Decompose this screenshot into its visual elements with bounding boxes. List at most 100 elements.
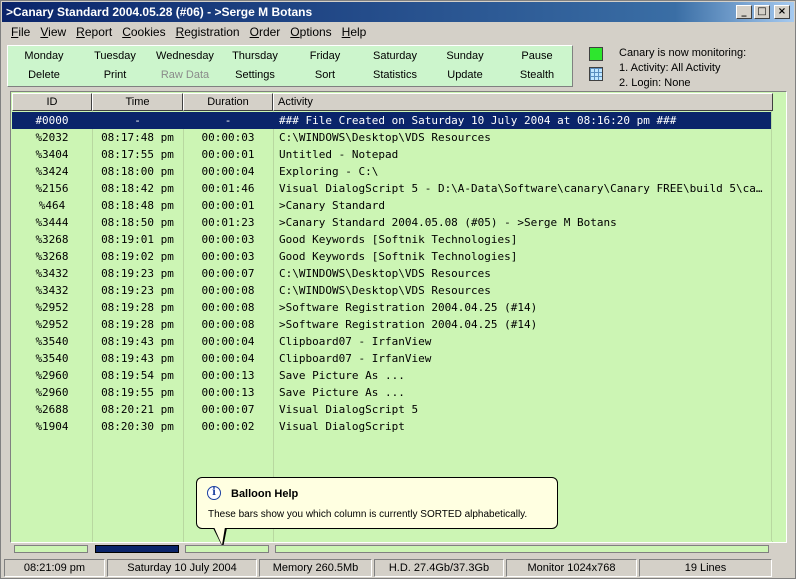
cell-time: 08:19:23 pm <box>101 267 174 280</box>
menu-registration[interactable]: Registration <box>171 23 245 41</box>
cell-activity: C:\WINDOWS\Desktop\VDS Resources <box>279 131 491 144</box>
vertical-scrollbar[interactable] <box>771 111 785 541</box>
minimize-button[interactable]: _ <box>736 5 752 19</box>
cell-id: %2032 <box>35 131 69 144</box>
column-header-time[interactable]: Time <box>92 93 183 111</box>
friday-button[interactable]: Friday <box>290 50 360 62</box>
table-row[interactable]: %2960 08:19:54 pm 00:00:13 Save Picture As … <box>12 367 772 384</box>
tuesday-button[interactable]: Tuesday <box>80 50 150 62</box>
window-controls: _ □ × <box>736 5 790 19</box>
update-button[interactable]: Update <box>430 69 500 81</box>
table-row[interactable]: %2688 08:20:21 pm 00:00:07 Visual DialogScr… <box>12 401 772 418</box>
table-row[interactable]: %464 08:18:48 pm 00:00:01 >Canary Standard <box>12 197 772 214</box>
wednesday-button[interactable]: Wednesday <box>150 50 220 62</box>
sort-button[interactable]: Sort <box>290 69 360 81</box>
title-bar[interactable]: >Canary Standard 2004.05.28 (#06) - >Ser… <box>2 2 794 22</box>
cell-duration: 00:01:46 <box>201 182 255 195</box>
cell-id: %3540 <box>35 352 69 365</box>
sunday-button[interactable]: Sunday <box>430 50 500 62</box>
cell-duration: 00:00:02 <box>201 420 255 433</box>
maximize-button[interactable]: □ <box>754 5 770 19</box>
menu-view[interactable]: View <box>35 23 71 41</box>
table-row[interactable]: %3432 08:19:23 pm 00:00:07 C:\WINDOWS\Deskt… <box>12 265 772 282</box>
cell-time: 08:19:55 pm <box>101 386 174 399</box>
activity-list[interactable]: ID Time Duration Activity #0000 - - ### Fil… <box>10 91 787 543</box>
saturday-button[interactable]: Saturday <box>360 50 430 62</box>
table-row[interactable]: %2952 08:19:28 pm 00:00:08 >Software Regist… <box>12 316 772 333</box>
table-row[interactable]: %3540 08:19:43 pm 00:00:04 Clipboard07 - Ir… <box>12 333 772 350</box>
table-row[interactable]: %1904 08:20:30 pm 00:00:02 Visual DialogScr… <box>12 418 772 435</box>
table-row[interactable]: %2032 08:17:48 pm 00:00:03 C:\WINDOWS\Deskt… <box>12 129 772 146</box>
sort-bar-time[interactable] <box>95 545 179 553</box>
cell-id: %2156 <box>35 182 69 195</box>
balloon-text: These bars show you which column is curr… <box>208 509 528 520</box>
table-row[interactable]: #0000 - - ### File Created on Saturday 10 J… <box>12 112 772 129</box>
cell-time: 08:19:23 pm <box>101 284 174 297</box>
menu-cookies[interactable]: Cookies <box>117 23 170 41</box>
stealth-button[interactable]: Stealth <box>502 69 572 81</box>
table-row[interactable]: %3444 08:18:50 pm 00:01:23 >Canary Standard… <box>12 214 772 231</box>
sort-bar-activity[interactable] <box>275 545 769 553</box>
grid-view-icon[interactable] <box>589 67 603 81</box>
cell-duration: 00:00:07 <box>201 267 255 280</box>
table-row[interactable]: %2952 08:19:28 pm 00:00:08 >Software Regist… <box>12 299 772 316</box>
cell-time: 08:17:48 pm <box>101 131 174 144</box>
balloon-help: i Balloon Help These bars show you which… <box>196 477 558 529</box>
monitoring-active-icon <box>589 47 603 61</box>
cell-id: #0000 <box>35 114 69 127</box>
cell-time: 08:18:50 pm <box>101 216 174 229</box>
cell-id: %3432 <box>35 267 69 280</box>
cell-id: %2960 <box>35 369 69 382</box>
sort-indicator-bars <box>10 545 787 553</box>
delete-button[interactable]: Delete <box>9 69 79 81</box>
cell-activity: C:\WINDOWS\Desktop\VDS Resources <box>279 284 491 297</box>
settings-button[interactable]: Settings <box>220 69 290 81</box>
menu-help[interactable]: Help <box>337 23 372 41</box>
menu-file[interactable]: File <box>6 23 35 41</box>
balloon-tail-fill <box>214 527 225 545</box>
monday-button[interactable]: Monday <box>9 50 79 62</box>
cell-id: %2688 <box>35 403 69 416</box>
column-header-duration[interactable]: Duration <box>183 93 273 111</box>
cell-time: 08:20:21 pm <box>101 403 174 416</box>
cell-id: %3268 <box>35 250 69 263</box>
cell-id: %3540 <box>35 335 69 348</box>
column-header-id[interactable]: ID <box>12 93 92 111</box>
table-row[interactable]: %3404 08:17:55 pm 00:00:01 Untitled - Notep… <box>12 146 772 163</box>
raw-data-button[interactable]: Raw Data <box>150 69 220 81</box>
menu-options[interactable]: Options <box>285 23 336 41</box>
statistics-button[interactable]: Statistics <box>360 69 430 81</box>
cell-time: 08:19:43 pm <box>101 352 174 365</box>
cell-duration: 00:00:03 <box>201 250 255 263</box>
sort-bar-id[interactable] <box>14 545 88 553</box>
cell-activity: >Software Registration 2004.04.25 (#14) <box>279 318 538 331</box>
cell-time: 08:19:43 pm <box>101 335 174 348</box>
cell-duration: 00:00:03 <box>201 233 255 246</box>
column-header-activity[interactable]: Activity <box>273 93 773 111</box>
cell-activity: Save Picture As ... <box>279 369 405 382</box>
table-row[interactable]: %2960 08:19:55 pm 00:00:13 Save Picture As … <box>12 384 772 401</box>
table-row[interactable]: %3540 08:19:43 pm 00:00:04 Clipboard07 - Ir… <box>12 350 772 367</box>
table-row[interactable]: %2156 08:18:42 pm 00:01:46 Visual DialogScr… <box>12 180 772 197</box>
table-row[interactable]: %3432 08:19:23 pm 00:00:08 C:\WINDOWS\Deskt… <box>12 282 772 299</box>
cell-activity: Untitled - Notepad <box>279 148 399 161</box>
status-monitor: Monitor 1024x768 <box>506 559 637 577</box>
cell-time: 08:19:28 pm <box>101 301 174 314</box>
sort-bar-duration[interactable] <box>185 545 269 553</box>
cell-duration: 00:00:01 <box>201 148 255 161</box>
table-row[interactable]: %3268 08:19:02 pm 00:00:03 Good Keywords [S… <box>12 248 772 265</box>
print-button[interactable]: Print <box>80 69 150 81</box>
table-row[interactable]: %3424 08:18:00 pm 00:00:04 Exploring - C:\ <box>12 163 772 180</box>
close-button[interactable]: × <box>774 5 790 19</box>
cell-time: 08:17:55 pm <box>101 148 174 161</box>
thursday-button[interactable]: Thursday <box>220 50 290 62</box>
menu-report[interactable]: Report <box>71 23 117 41</box>
menu-order[interactable]: Order <box>245 23 286 41</box>
cell-id: %3268 <box>35 233 69 246</box>
cell-time: 08:19:02 pm <box>101 250 174 263</box>
status-disk: H.D. 27.4Gb/37.3Gb <box>374 559 504 577</box>
monitor-activity-text: 1. Activity: All Activity <box>619 62 721 74</box>
pause-button[interactable]: Pause <box>502 50 572 62</box>
table-row[interactable]: %3268 08:19:01 pm 00:00:03 Good Keywords [S… <box>12 231 772 248</box>
cell-duration: - <box>224 114 232 127</box>
